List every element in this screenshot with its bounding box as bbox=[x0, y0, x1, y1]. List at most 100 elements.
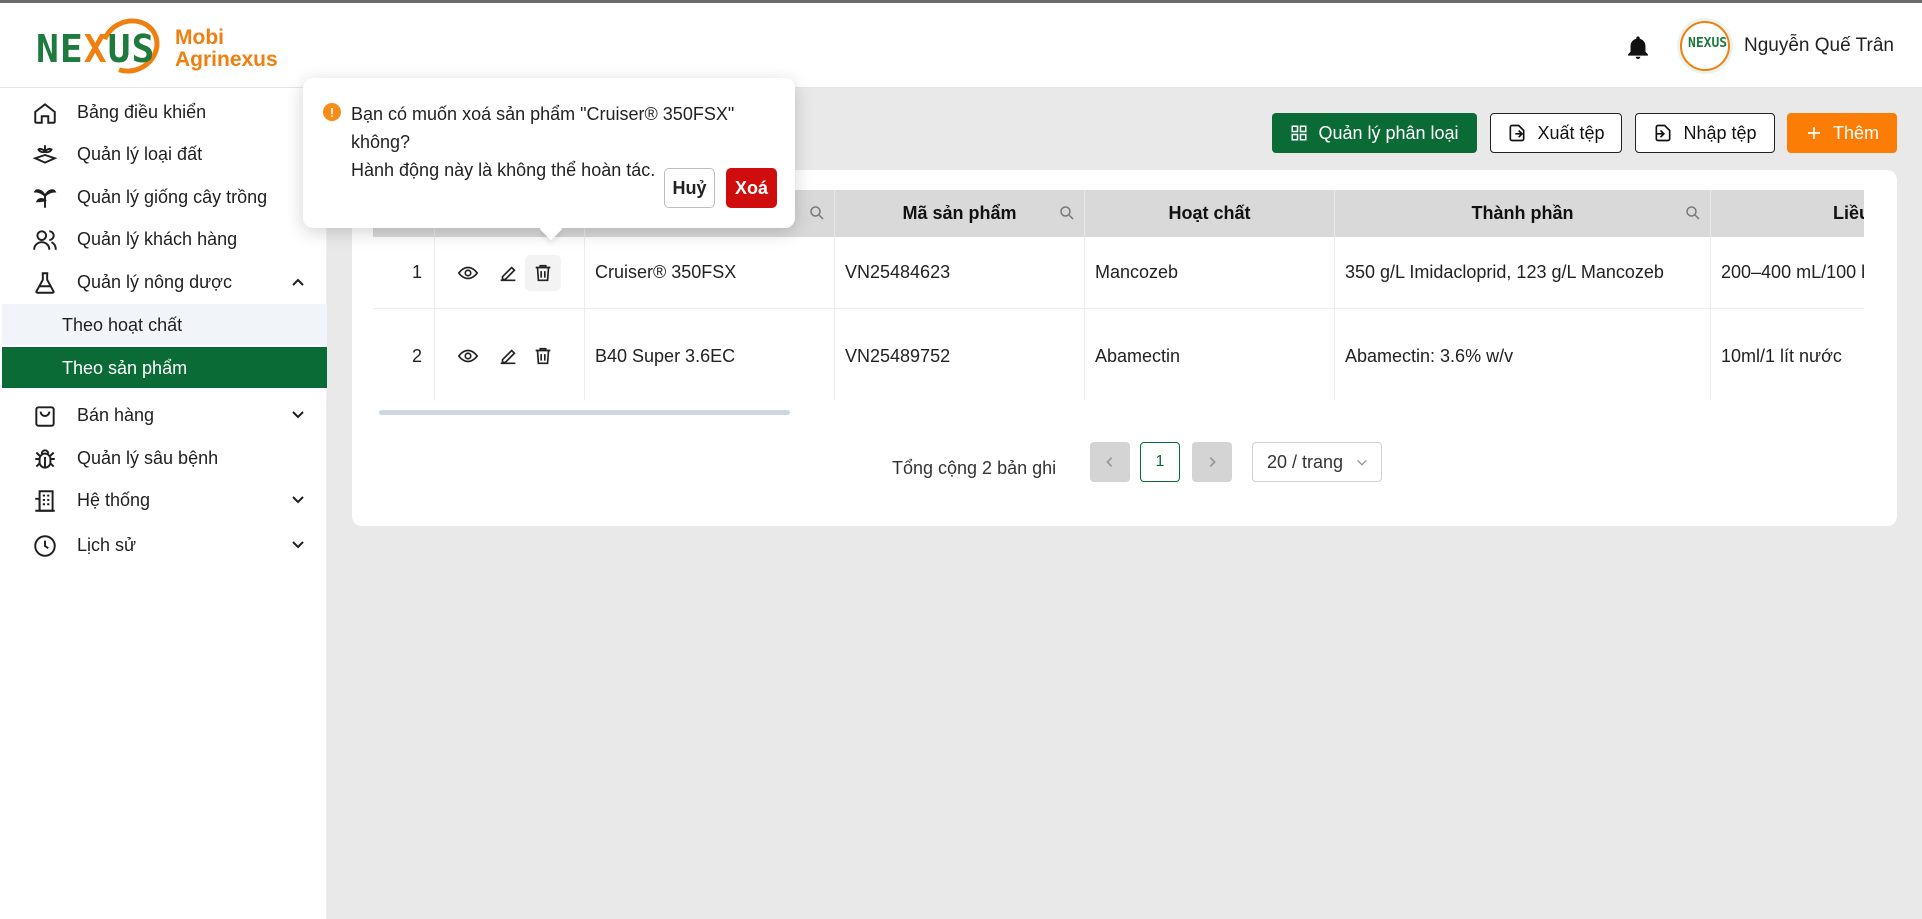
chevron-down-icon bbox=[292, 496, 304, 504]
bug-icon bbox=[35, 449, 55, 469]
file-export-icon bbox=[1509, 124, 1525, 142]
sidebar-item-dashboard[interactable]: Bảng điều khiển bbox=[0, 92, 327, 132]
view-icon[interactable] bbox=[457, 345, 479, 367]
sidebar-item-label: Quản lý giống cây trồng bbox=[77, 187, 268, 207]
logo-wordmark: NEXUS bbox=[36, 27, 156, 71]
shopping-bag-icon bbox=[35, 406, 55, 427]
sidebar-subitem-label: Theo hoạt chất bbox=[62, 315, 183, 335]
button-label: Quản lý phân loại bbox=[1318, 122, 1459, 143]
sidebar-item-label: Quản lý nông dược bbox=[77, 272, 232, 292]
manage-categories-button[interactable]: Quản lý phân loại bbox=[1272, 113, 1477, 153]
search-icon[interactable] bbox=[1058, 204, 1076, 222]
table-horizontal-scrollbar[interactable] bbox=[379, 410, 790, 415]
table-row: 1 Cruiser® 350FSX VN25484623 Mancozeb 35… bbox=[373, 237, 1864, 309]
notification-bell-icon[interactable] bbox=[1624, 33, 1652, 63]
cell-composition: 350 g/L Imidacloprid, 123 g/L Mancozeb bbox=[1335, 237, 1711, 308]
button-label: Thêm bbox=[1832, 122, 1879, 143]
sidebar-item-label: Quản lý sâu bệnh bbox=[77, 448, 219, 468]
sidebar-item-customers[interactable]: Quản lý khách hàng bbox=[0, 219, 327, 259]
cell-product-code: VN25489752 bbox=[835, 309, 1085, 400]
sidebar-item-label: Lịch sử bbox=[77, 535, 137, 555]
delete-confirm-popover: ! Bạn có muốn xoá sản phẩm "Cruiser® 350… bbox=[303, 78, 795, 241]
row-actions bbox=[435, 237, 585, 308]
chevron-down-icon bbox=[1357, 459, 1367, 466]
sidebar-item-label: Bán hàng bbox=[77, 405, 155, 425]
cell-product-name: B40 Super 3.6EC bbox=[585, 309, 835, 400]
page-size-select[interactable]: 20 / trang bbox=[1252, 442, 1382, 482]
column-header-label: Mã sản phẩm bbox=[902, 203, 1017, 223]
pagination-total: Tổng cộng 2 bản ghi bbox=[892, 458, 1057, 478]
user-name[interactable]: Nguyễn Quế Trân bbox=[1744, 35, 1894, 57]
popover-message-line-2: Hành động này là không thể hoàn tác. bbox=[351, 160, 656, 180]
button-label: Xuất tệp bbox=[1537, 122, 1605, 143]
grid-icon bbox=[1291, 125, 1307, 141]
flask-icon bbox=[35, 272, 55, 294]
sidebar-item-label: Quản lý khách hàng bbox=[77, 229, 238, 249]
user-avatar[interactable]: NEXUS bbox=[1680, 21, 1730, 71]
cell-active-ingredient: Mancozeb bbox=[1085, 237, 1335, 308]
file-import-icon bbox=[1655, 124, 1671, 142]
trash-icon[interactable] bbox=[532, 262, 554, 284]
cell-product-code: VN25484623 bbox=[835, 237, 1085, 308]
add-button[interactable]: Thêm bbox=[1787, 113, 1897, 153]
column-header-dose: Liều bbox=[1711, 190, 1864, 237]
sidebar-item-label: Hệ thống bbox=[77, 490, 151, 510]
sidebar-item-history[interactable]: Lịch sử bbox=[0, 525, 327, 565]
confirm-delete-button[interactable]: Xoá bbox=[726, 168, 777, 208]
edit-icon[interactable] bbox=[497, 262, 519, 284]
building-icon bbox=[35, 490, 55, 512]
sidebar-item-soil[interactable]: Quản lý loại đất bbox=[0, 134, 327, 174]
sidebar-item-pesticides[interactable]: Quản lý nông dược bbox=[0, 262, 327, 302]
chevron-down-icon bbox=[292, 541, 304, 549]
export-button[interactable]: Xuất tệp bbox=[1490, 113, 1622, 153]
column-header-composition: Thành phần bbox=[1335, 190, 1711, 237]
sidebar: Bảng điều khiển Quản lý loại đất Quản lý… bbox=[0, 88, 327, 919]
search-icon[interactable] bbox=[808, 204, 826, 222]
table-row: 2 B40 Super 3.6EC VN25489752 Abamectin A… bbox=[373, 309, 1864, 400]
cancel-button[interactable]: Huỷ bbox=[664, 168, 715, 208]
clock-icon bbox=[34, 535, 56, 557]
button-label: Nhập tệp bbox=[1683, 122, 1757, 143]
plus-icon bbox=[1807, 127, 1820, 139]
pagination-page-1[interactable]: 1 bbox=[1140, 442, 1180, 482]
column-header-product-code: Mã sản phẩm bbox=[835, 190, 1085, 237]
sidebar-item-label: Bảng điều khiển bbox=[77, 102, 207, 122]
column-header-active-ingredient: Hoạt chất bbox=[1085, 190, 1335, 237]
pagination-next-button[interactable] bbox=[1192, 442, 1232, 482]
chevron-right-icon bbox=[1209, 457, 1216, 467]
row-index: 1 bbox=[373, 237, 435, 308]
top-header: NEXUS Mobi Agrinexus NEXUS Nguyễn Quế Tr… bbox=[0, 3, 1922, 88]
trash-icon[interactable] bbox=[532, 345, 554, 367]
chevron-up-icon bbox=[292, 278, 304, 286]
home-icon bbox=[34, 103, 56, 124]
plant-icon bbox=[33, 189, 57, 208]
soil-icon bbox=[32, 145, 58, 164]
cell-product-name: Cruiser® 350FSX bbox=[585, 237, 835, 308]
sidebar-item-label: Quản lý loại đất bbox=[77, 144, 203, 164]
edit-icon[interactable] bbox=[497, 345, 519, 367]
row-actions bbox=[435, 309, 585, 400]
brand-line-1: Mobi bbox=[175, 26, 224, 49]
import-button[interactable]: Nhập tệp bbox=[1635, 113, 1775, 153]
popover-message-line-1: Bạn có muốn xoá sản phẩm "Cruiser® 350FS… bbox=[351, 104, 735, 152]
sidebar-item-pests[interactable]: Quản lý sâu bệnh bbox=[0, 438, 327, 478]
pagination-prev-button[interactable] bbox=[1090, 442, 1130, 482]
sidebar-item-plants[interactable]: Quản lý giống cây trồng bbox=[0, 177, 327, 217]
chevron-down-icon bbox=[292, 411, 304, 419]
page-size-value: 20 / trang bbox=[1267, 451, 1344, 472]
cell-dose: 200–400 mL/100 k bbox=[1711, 237, 1864, 308]
users-icon bbox=[33, 230, 57, 250]
column-header-label: Hoạt chất bbox=[1168, 203, 1251, 223]
sidebar-subitem-label: Theo sản phẩm bbox=[62, 358, 188, 378]
sidebar-subitem-by-product[interactable]: Theo sản phẩm bbox=[2, 347, 327, 388]
column-header-label: Thành phần bbox=[1471, 203, 1574, 223]
sidebar-item-sales[interactable]: Bán hàng bbox=[0, 395, 327, 435]
brand-line-2: Agrinexus bbox=[175, 48, 278, 71]
sidebar-subitem-by-active-ingredient[interactable]: Theo hoạt chất bbox=[2, 304, 327, 345]
search-icon[interactable] bbox=[1684, 204, 1702, 222]
view-icon[interactable] bbox=[457, 262, 479, 284]
column-header-label: Liều bbox=[1832, 203, 1864, 223]
row-index: 2 bbox=[373, 309, 435, 400]
sidebar-item-system[interactable]: Hệ thống bbox=[0, 480, 327, 520]
cell-composition: Abamectin: 3.6% w/v bbox=[1335, 309, 1711, 400]
